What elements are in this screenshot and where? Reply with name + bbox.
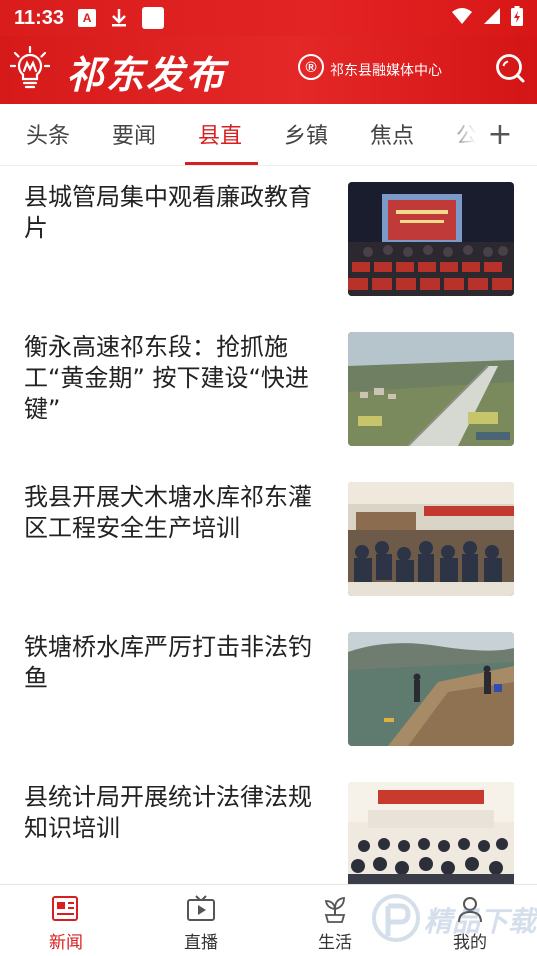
- tabs-fade: [440, 104, 480, 165]
- battery-charging-icon: [511, 5, 523, 31]
- download-icon: [110, 8, 128, 28]
- news-item[interactable]: 衡永高速祁东段：抢抓施工“黄金期” 按下建设“快进键”: [0, 316, 537, 466]
- nav-live-label: 直播: [184, 933, 218, 953]
- media-center-label: 祁东县融媒体中心: [330, 63, 442, 79]
- tab-focus[interactable]: 焦点: [370, 118, 414, 150]
- nav-live[interactable]: 直播: [146, 885, 256, 956]
- watermark: 精品下载: [372, 888, 537, 952]
- channel-tabs: 头条 要闻 县直 乡镇 焦点 公 +: [0, 104, 537, 166]
- news-thumbnail: [348, 632, 514, 746]
- news-title: 衡永高速祁东段：抢抓施工“黄金期” 按下建设“快进键”: [24, 333, 309, 423]
- tab-headlines[interactable]: 头条: [26, 118, 70, 150]
- newspaper-icon: [52, 896, 78, 921]
- watermark-text: 精品下载: [424, 905, 537, 938]
- status-time: 11:33: [14, 6, 65, 29]
- wifi-icon: [451, 7, 473, 30]
- registered-mark: ®: [298, 54, 324, 80]
- news-thumbnail: [348, 332, 514, 446]
- lightbulb-icon: [9, 45, 51, 94]
- status-bar: 11:33 A: [0, 0, 537, 36]
- news-item[interactable]: 县城管局集中观看廉政教育片: [0, 166, 537, 316]
- news-title: 县城管局集中观看廉政教育片: [24, 183, 312, 242]
- news-item[interactable]: 铁塘桥水库严厉打击非法钓鱼: [0, 616, 537, 766]
- active-tab-indicator: [185, 162, 258, 165]
- nav-news[interactable]: 新闻: [11, 885, 121, 956]
- news-title: 我县开展犬木塘水库祁东灌区工程安全生产培训: [24, 483, 312, 542]
- news-thumbnail: [348, 482, 514, 596]
- square-notification-icon: [142, 7, 165, 29]
- watermark-logo-icon: [372, 894, 420, 942]
- news-thumbnail: [348, 182, 514, 296]
- sprout-icon: [324, 896, 346, 923]
- tv-play-icon: [187, 895, 215, 921]
- tab-towns[interactable]: 乡镇: [284, 118, 328, 150]
- news-thumbnail: [348, 782, 514, 896]
- signal-icon: [483, 7, 501, 30]
- tab-news[interactable]: 要闻: [112, 118, 156, 150]
- search-button[interactable]: [494, 52, 526, 84]
- news-title: 县统计局开展统计法律法规知识培训: [24, 783, 312, 842]
- add-channel-button[interactable]: +: [482, 116, 518, 152]
- brand-title: 祁东发布: [66, 53, 227, 97]
- search-icon: [496, 54, 525, 83]
- a-notification-icon: A: [78, 9, 97, 27]
- news-item[interactable]: 我县开展犬木塘水库祁东灌区工程安全生产培训: [0, 466, 537, 616]
- news-title: 铁塘桥水库严厉打击非法钓鱼: [24, 633, 312, 692]
- app-header: 祁东发布 ® 祁东县融媒体中心: [0, 36, 537, 104]
- tab-county[interactable]: 县直: [198, 118, 242, 150]
- nav-news-label: 新闻: [49, 933, 83, 953]
